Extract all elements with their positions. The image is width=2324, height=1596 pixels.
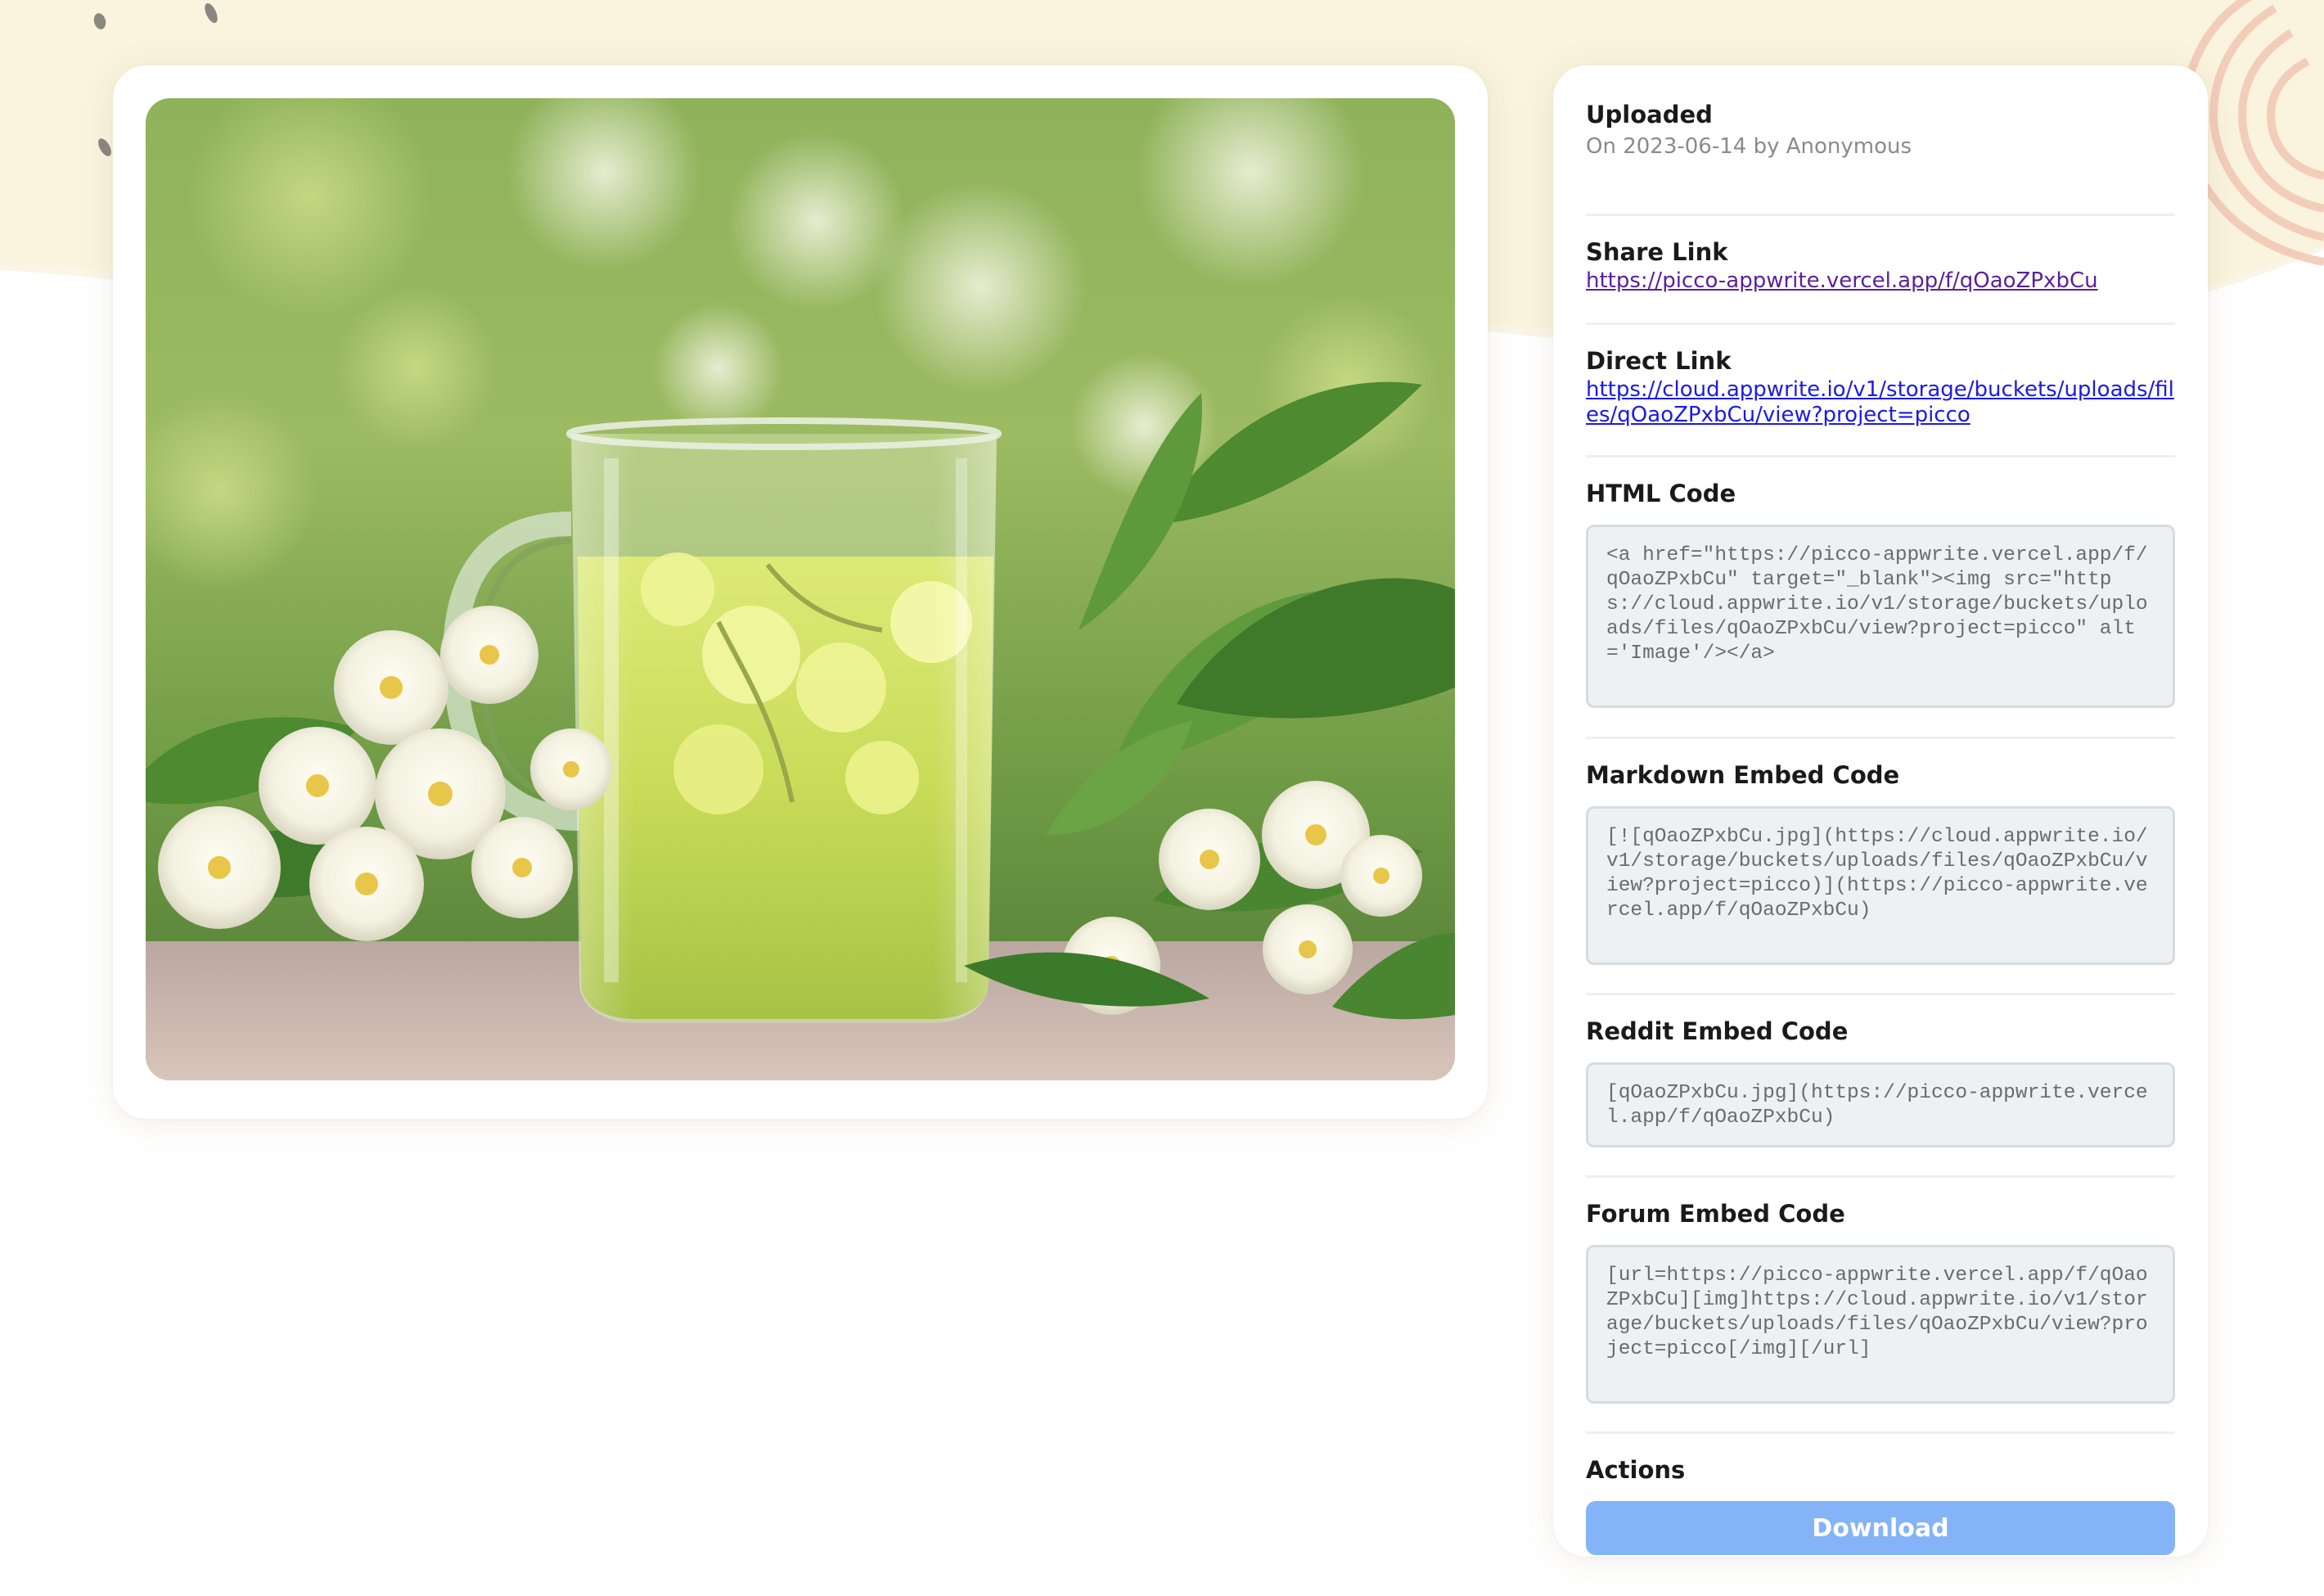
actions-section: Actions Download: [1586, 1434, 2175, 1555]
reddit-code-section: Reddit Embed Code [qOaoZPxbCu.jpg](https…: [1586, 995, 2175, 1178]
file-info-panel: Uploaded On 2023-06-14 by Anonymous Shar…: [1553, 65, 2208, 1557]
reddit-code-label: Reddit Embed Code: [1586, 1017, 1849, 1045]
download-button[interactable]: Download: [1586, 1501, 2175, 1555]
uploaded-detail: On 2023-06-14 by Anonymous: [1586, 134, 1912, 159]
page: Uploaded On 2023-06-14 by Anonymous Shar…: [0, 0, 2324, 1596]
direct-link-section: Direct Link https://cloud.appwrite.io/v1…: [1586, 325, 2175, 458]
actions-label: Actions: [1586, 1456, 1686, 1484]
uploaded-section: Uploaded On 2023-06-14 by Anonymous: [1586, 98, 2175, 216]
uploaded-label: Uploaded: [1586, 101, 1713, 128]
html-code-label: HTML Code: [1586, 480, 1736, 507]
direct-link[interactable]: https://cloud.appwrite.io/v1/storage/buc…: [1586, 377, 2175, 428]
html-code-section: HTML Code <a href="https://picco-appwrit…: [1586, 458, 2175, 739]
markdown-code-section: Markdown Embed Code [![qOaoZPxbCu.jpg](h…: [1586, 739, 2175, 995]
html-code-box[interactable]: <a href="https://picco-appwrite.vercel.a…: [1586, 525, 2175, 708]
direct-link-label: Direct Link: [1586, 347, 1732, 375]
forum-code-box[interactable]: [url=https://picco-appwrite.vercel.app/f…: [1586, 1245, 2175, 1404]
image-card: [113, 65, 1488, 1119]
share-link-label: Share Link: [1586, 238, 1728, 266]
markdown-code-label: Markdown Embed Code: [1586, 761, 1900, 789]
share-link[interactable]: https://picco-appwrite.vercel.app/f/qOao…: [1586, 268, 2175, 294]
reddit-code-box[interactable]: [qOaoZPxbCu.jpg](https://picco-appwrite.…: [1586, 1062, 2175, 1147]
share-link-section: Share Link https://picco-appwrite.vercel…: [1586, 216, 2175, 325]
markdown-code-box[interactable]: [![qOaoZPxbCu.jpg](https://cloud.appwrit…: [1586, 806, 2175, 965]
forum-code-section: Forum Embed Code [url=https://picco-appw…: [1586, 1178, 2175, 1434]
uploaded-image[interactable]: [146, 98, 1455, 1080]
tea-photo-illustration: [146, 98, 1455, 1080]
forum-code-label: Forum Embed Code: [1586, 1200, 1845, 1228]
